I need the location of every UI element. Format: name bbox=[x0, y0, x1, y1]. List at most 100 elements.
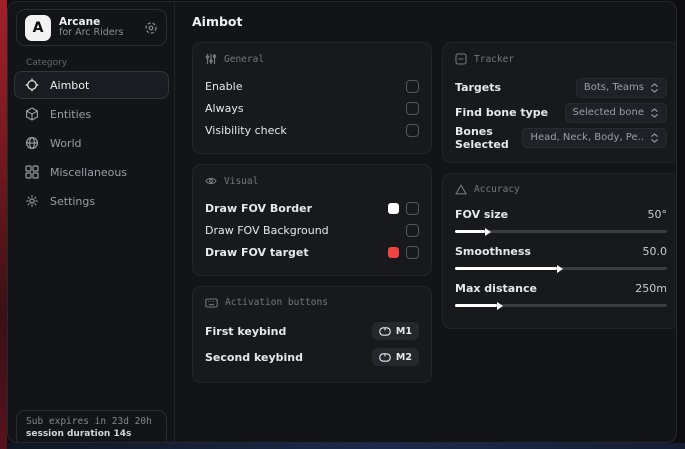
sidebar-item-aimbot[interactable]: Aimbot bbox=[14, 71, 169, 99]
main-content: Aimbot General Enable bbox=[175, 2, 677, 442]
grid-icon bbox=[25, 165, 39, 179]
setting-label: Bones Selected bbox=[455, 125, 522, 151]
scan-icon bbox=[455, 53, 467, 65]
sidebar-item-label: Entities bbox=[50, 108, 91, 121]
setting-row-first-keybind: First keybind M1 bbox=[205, 318, 419, 344]
draw-fov-target-checkbox[interactable] bbox=[406, 246, 419, 259]
setting-row-draw-fov-target: Draw FOV target bbox=[205, 241, 419, 263]
mouse-icon bbox=[379, 327, 391, 336]
setting-row-draw-fov-border: Draw FOV Border bbox=[205, 197, 419, 219]
setting-label: Find bone type bbox=[455, 106, 548, 119]
sidebar-item-miscellaneous[interactable]: Miscellaneous bbox=[14, 158, 169, 186]
keybind-value: M2 bbox=[396, 352, 412, 363]
gear-icon[interactable] bbox=[144, 21, 158, 35]
smoothness-slider[interactable] bbox=[455, 267, 667, 270]
setting-row-targets: Targets Bots, Teams bbox=[455, 75, 667, 100]
slider-value: 50.0 bbox=[643, 245, 668, 258]
panel-title: Activation buttons bbox=[225, 297, 328, 308]
always-checkbox[interactable] bbox=[406, 102, 419, 115]
unfold-icon bbox=[650, 108, 659, 118]
dropdown-value: Bots, Teams bbox=[584, 82, 644, 93]
setting-label: Second keybind bbox=[205, 351, 303, 364]
bones-selected-dropdown[interactable]: Head, Neck, Body, Pe.. bbox=[522, 128, 667, 148]
setting-label: Enable bbox=[205, 80, 242, 93]
sub-expiry-text: Sub expires in 23d 20h bbox=[26, 416, 157, 427]
setting-row-max-distance: Max distance 250m bbox=[455, 279, 667, 307]
slider-value: 250m bbox=[635, 282, 667, 295]
setting-row-visibility-check: Visibility check bbox=[205, 119, 419, 141]
slider-fill bbox=[455, 267, 557, 270]
subscription-card: Sub expires in 23d 20h session duration … bbox=[16, 410, 167, 443]
second-keybind-button[interactable]: M2 bbox=[372, 348, 419, 366]
setting-label: Smoothness bbox=[455, 245, 531, 258]
setting-label: Draw FOV Background bbox=[205, 224, 329, 237]
setting-label: Visibility check bbox=[205, 124, 287, 137]
color-swatch-white[interactable] bbox=[388, 203, 399, 214]
crosshair-icon bbox=[25, 78, 39, 92]
sidebar-item-entities[interactable]: Entities bbox=[14, 100, 169, 128]
setting-label: Targets bbox=[455, 81, 501, 94]
panel-accuracy: Accuracy FOV size 50° Smoothness bbox=[442, 173, 677, 329]
triangle-icon bbox=[455, 184, 467, 195]
color-swatch-red[interactable] bbox=[388, 247, 399, 258]
page-title: Aimbot bbox=[192, 14, 677, 29]
fov-size-slider[interactable] bbox=[455, 230, 667, 233]
sidebar-nav: Aimbot Entities World bbox=[14, 71, 169, 216]
setting-label: First keybind bbox=[205, 325, 286, 338]
setting-label: Draw FOV Border bbox=[205, 202, 312, 215]
max-distance-slider[interactable] bbox=[455, 304, 667, 307]
globe-icon bbox=[25, 136, 39, 150]
slider-value: 50° bbox=[648, 208, 668, 221]
keyboard-icon bbox=[205, 298, 218, 308]
panel-general: General Enable Always Visibility check bbox=[192, 42, 432, 154]
slider-fill bbox=[455, 304, 497, 307]
logo-card: A Arcane for Arc Riders bbox=[16, 9, 167, 46]
panel-activation-buttons: Activation buttons First keybind M1 bbox=[192, 286, 432, 383]
slider-fill bbox=[455, 230, 485, 233]
keybind-value: M1 bbox=[396, 326, 412, 337]
sidebar-item-label: Settings bbox=[50, 195, 95, 208]
setting-row-smoothness: Smoothness 50.0 bbox=[455, 242, 667, 270]
setting-row-fov-size: FOV size 50° bbox=[455, 205, 667, 233]
sidebar-item-label: Miscellaneous bbox=[50, 166, 127, 179]
draw-fov-background-checkbox[interactable] bbox=[406, 224, 419, 237]
panel-visual: Visual Draw FOV Border Draw FOV Backgrou… bbox=[192, 164, 432, 276]
visibility-check-checkbox[interactable] bbox=[406, 124, 419, 137]
setting-row-bones-selected: Bones Selected Head, Neck, Body, Pe.. bbox=[455, 125, 667, 150]
sidebar-item-settings[interactable]: Settings bbox=[14, 187, 169, 215]
session-duration-text: session duration 14s bbox=[26, 429, 157, 439]
sidebar-item-world[interactable]: World bbox=[14, 129, 169, 157]
sidebar-item-label: Aimbot bbox=[50, 79, 89, 92]
panel-title: Tracker bbox=[474, 54, 514, 65]
enable-checkbox[interactable] bbox=[406, 80, 419, 93]
mouse-icon bbox=[379, 353, 391, 362]
sidebar-item-label: World bbox=[50, 137, 82, 150]
app-subtitle: for Arc Riders bbox=[59, 28, 136, 39]
unfold-icon bbox=[650, 133, 659, 143]
find-bone-type-dropdown[interactable]: Selected bone bbox=[565, 103, 667, 123]
app-logo: A bbox=[25, 15, 51, 41]
setting-label: Draw FOV target bbox=[205, 246, 309, 259]
first-keybind-button[interactable]: M1 bbox=[372, 322, 419, 340]
unfold-icon bbox=[650, 83, 659, 93]
panel-title: General bbox=[224, 54, 264, 65]
dropdown-value: Head, Neck, Body, Pe.. bbox=[530, 132, 644, 143]
app-window: A Arcane for Arc Riders Category bbox=[7, 1, 677, 443]
draw-fov-border-checkbox[interactable] bbox=[406, 202, 419, 215]
gear-icon bbox=[25, 194, 39, 208]
setting-row-always: Always bbox=[205, 97, 419, 119]
app-title-block: Arcane for Arc Riders bbox=[59, 16, 136, 39]
category-label: Category bbox=[26, 58, 67, 68]
sidebar: A Arcane for Arc Riders Category bbox=[8, 2, 175, 442]
screen-edge-blue-strip bbox=[7, 443, 685, 449]
setting-row-second-keybind: Second keybind M2 bbox=[205, 344, 419, 370]
dropdown-value: Selected bone bbox=[573, 107, 644, 118]
screen-edge-red-strip bbox=[0, 0, 7, 449]
cube-icon bbox=[25, 107, 39, 121]
setting-label: Always bbox=[205, 102, 244, 115]
setting-label: Max distance bbox=[455, 282, 537, 295]
eye-icon bbox=[205, 175, 217, 187]
targets-dropdown[interactable]: Bots, Teams bbox=[576, 78, 667, 98]
panel-tracker: Tracker Targets Bots, Teams bbox=[442, 42, 677, 163]
panel-title: Accuracy bbox=[474, 184, 520, 195]
